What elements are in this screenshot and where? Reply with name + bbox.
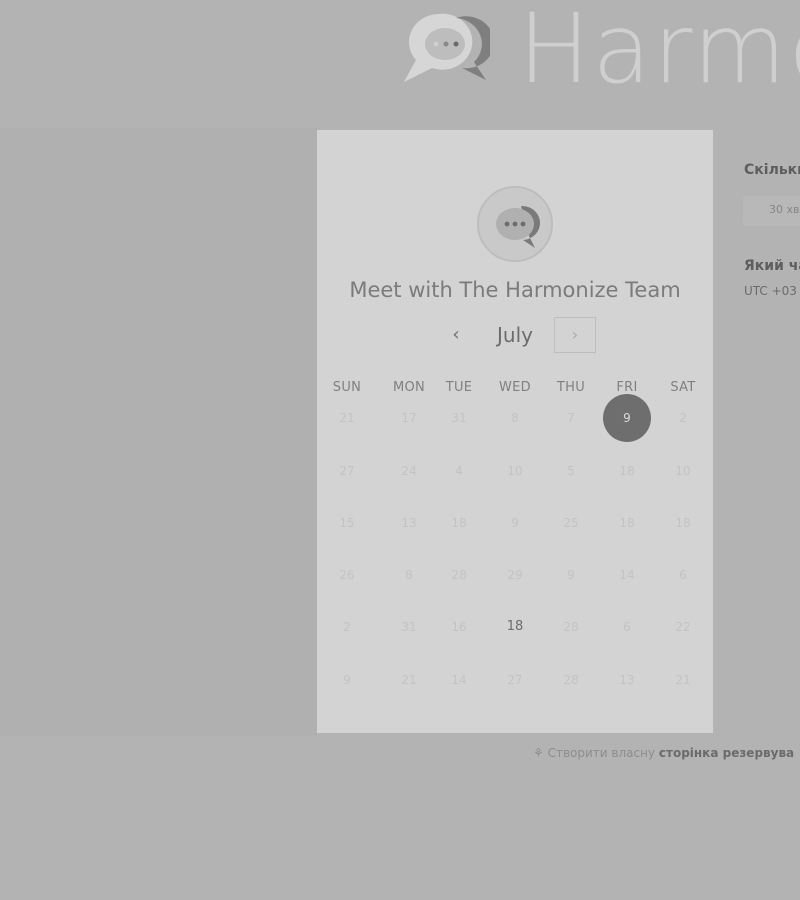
- weekday-label: WED: [499, 380, 531, 395]
- calendar-day: 5: [567, 464, 575, 478]
- month-label: July: [497, 323, 533, 347]
- calendar-day: 2: [679, 411, 687, 425]
- calendar-day: 15: [339, 516, 355, 530]
- calendar-day: 10: [675, 464, 691, 478]
- calendar-day: 28: [451, 568, 467, 582]
- left-pane: [0, 128, 317, 736]
- calendar-day: 13: [401, 516, 417, 530]
- weekday-label: TUE: [445, 380, 473, 395]
- calendar-day: 27: [507, 673, 523, 687]
- calendar-day: 29: [507, 568, 523, 582]
- footer: ⚘ Створити власну сторінка резервува: [533, 746, 794, 760]
- calendar-day: 18: [675, 516, 691, 530]
- calendar-day: 13: [619, 673, 635, 687]
- calendar-day: 28: [563, 673, 579, 687]
- chat-bubbles-icon: [496, 205, 541, 248]
- brand-name: Harmo: [518, 0, 800, 105]
- right-pane: Скільки 30 хв Який ча UTC +03: [713, 128, 800, 736]
- calendar-day: 9: [567, 568, 575, 582]
- calendar-day: 8: [405, 568, 413, 582]
- calendar-day: 7: [567, 411, 575, 425]
- calendar-day: 14: [619, 568, 635, 582]
- calendar-day: 24: [401, 464, 417, 478]
- weekday-label: SAT: [670, 380, 696, 395]
- calendar-day: 9: [511, 516, 519, 530]
- calendar-day-available[interactable]: 18: [491, 603, 539, 651]
- calendar-day: 2: [343, 620, 351, 634]
- calendar-day: 28: [563, 620, 579, 634]
- footer-link[interactable]: сторінка резервува: [659, 746, 794, 760]
- weekday-label: MON: [392, 380, 426, 395]
- calendar-day: 14: [451, 673, 467, 687]
- calendar-day: 6: [679, 568, 687, 582]
- footer-text: Створити власну: [547, 746, 656, 760]
- header: Harmo: [0, 0, 800, 128]
- card-title: Meet with The Harmonize Team: [349, 278, 681, 302]
- next-month-button[interactable]: ›: [554, 317, 596, 353]
- calendar-day: 27: [339, 464, 355, 478]
- calendar-day: 31: [401, 620, 417, 634]
- weekday-label: SUN: [332, 380, 362, 395]
- calendar-day-selected[interactable]: 9: [603, 394, 651, 442]
- avatar: [477, 186, 553, 262]
- calendar-day: 21: [401, 673, 417, 687]
- calendar-day: 18: [619, 516, 635, 530]
- calendar-day: 16: [451, 620, 467, 634]
- calendar-day: 18: [619, 464, 635, 478]
- booking-card: Meet with The Harmonize Team ‹ July › SU…: [317, 130, 713, 733]
- chat-bubbles-icon: [400, 8, 495, 86]
- prev-month-button[interactable]: ‹: [441, 320, 471, 350]
- calendar-day: 26: [339, 568, 355, 582]
- calendar-day: 31: [451, 411, 467, 425]
- calendar-day: 18: [451, 516, 467, 530]
- weekday-label: THU: [556, 380, 586, 395]
- weekday-label: FRI: [616, 380, 638, 395]
- calendar-day: 21: [675, 673, 691, 687]
- calendar-day: 21: [339, 411, 355, 425]
- sparkle-icon: ⚘: [533, 746, 544, 760]
- calendar-day: 22: [675, 620, 691, 634]
- duration-label: Скільки: [744, 162, 800, 178]
- calendar-day: 10: [507, 464, 523, 478]
- duration-option[interactable]: 30 хв: [743, 196, 800, 226]
- calendar-day: 4: [455, 464, 463, 478]
- calendar-day: 25: [563, 516, 579, 530]
- calendar-day: 6: [623, 620, 631, 634]
- duration-value: 30 хв: [769, 203, 800, 216]
- calendar-day: 9: [343, 673, 351, 687]
- time-label: Який ча: [744, 258, 800, 274]
- timezone-selector[interactable]: UTC +03: [744, 284, 797, 298]
- calendar-day: 17: [401, 411, 417, 425]
- calendar-day: 8: [511, 411, 519, 425]
